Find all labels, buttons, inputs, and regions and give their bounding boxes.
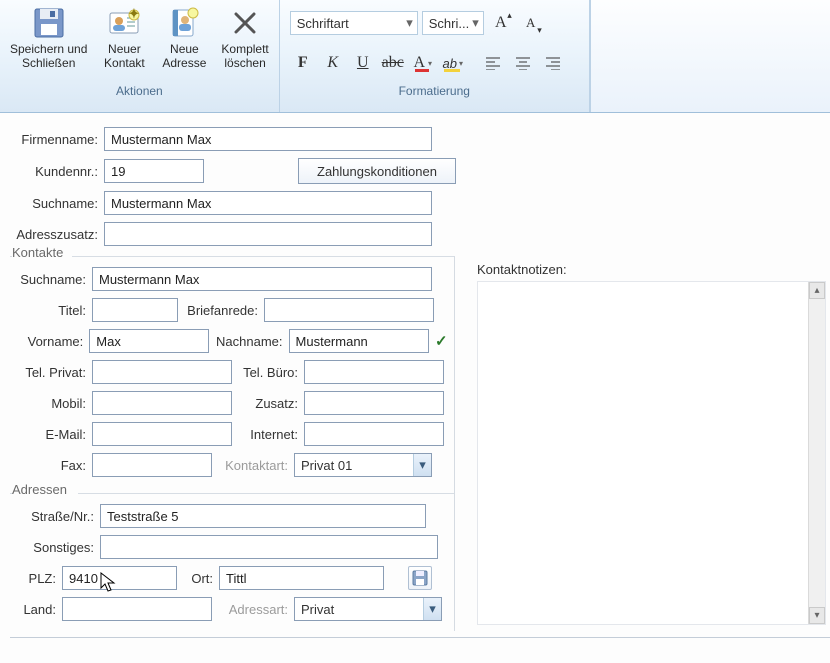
telprivat-input[interactable] — [92, 360, 232, 384]
new-contact-button[interactable]: ✦ Neuer Kontakt — [95, 4, 153, 82]
address-book-icon — [167, 6, 201, 40]
zusatz-input[interactable] — [304, 391, 444, 415]
plz-label: PLZ: — [16, 571, 56, 586]
kontakt-suchname-label: Suchname: — [16, 272, 86, 287]
validated-icon: ✓ — [435, 332, 448, 350]
mobil-label: Mobil: — [16, 396, 86, 411]
kundennr-label: Kundennr.: — [16, 164, 98, 179]
kontaktnotizen-editor[interactable]: ▴ ▾ — [477, 281, 826, 625]
kontakte-section-title: Kontakte — [12, 245, 72, 260]
briefanrede-input[interactable] — [264, 298, 434, 322]
telbuero-input[interactable] — [304, 360, 444, 384]
plz-input[interactable] — [62, 566, 177, 590]
scroll-down-button[interactable]: ▾ — [809, 607, 825, 624]
delete-all-label: Komplett löschen — [221, 42, 268, 70]
vorname-label: Vorname: — [16, 334, 83, 349]
kontakt-suchname-input[interactable] — [92, 267, 432, 291]
adressen-section-title: Adressen — [12, 482, 78, 497]
notes-scrollbar[interactable]: ▴ ▾ — [808, 282, 825, 624]
font-family-placeholder: Schriftart — [297, 16, 349, 31]
status-bar — [10, 637, 830, 653]
email-input[interactable] — [92, 422, 232, 446]
save-close-label: Speichern und Schließen — [10, 42, 87, 70]
ort-label: Ort: — [183, 571, 213, 586]
telprivat-label: Tel. Privat: — [16, 365, 86, 380]
sonstiges-label: Sonstiges: — [16, 540, 94, 555]
chevron-down-icon: ▾ — [406, 15, 413, 31]
disk-icon — [412, 570, 428, 586]
new-contact-label: Neuer Kontakt — [104, 42, 145, 70]
chevron-down-icon: ▾ — [472, 15, 479, 31]
new-address-button[interactable]: Neue Adresse — [155, 4, 213, 82]
firmenname-input[interactable] — [104, 127, 432, 151]
nachname-input[interactable] — [289, 329, 429, 353]
titel-label: Titel: — [16, 303, 86, 318]
strikethrough-button[interactable]: abc — [380, 50, 406, 76]
bold-button[interactable]: F — [290, 50, 316, 76]
underline-button[interactable]: U — [350, 50, 376, 76]
grow-font-button[interactable]: A▴ — [488, 10, 514, 36]
strasse-label: Straße/Nr.: — [16, 509, 94, 524]
shrink-font-button[interactable]: A▾ — [518, 10, 544, 36]
firmenname-label: Firmenname: — [16, 132, 98, 147]
email-label: E-Mail: — [16, 427, 86, 442]
ort-input[interactable] — [219, 566, 384, 590]
strasse-input[interactable] — [100, 504, 426, 528]
suchname-input[interactable] — [104, 191, 432, 215]
svg-text:✦: ✦ — [129, 6, 140, 21]
scroll-up-button[interactable]: ▴ — [809, 282, 825, 299]
suchname-label: Suchname: — [16, 196, 98, 211]
save-icon — [32, 6, 66, 40]
internet-label: Internet: — [238, 427, 298, 442]
internet-input[interactable] — [304, 422, 444, 446]
land-label: Land: — [16, 602, 56, 617]
kontaktnotizen-label: Kontaktnotizen: — [477, 262, 826, 277]
font-size-combo[interactable]: Schri... ▾ — [422, 11, 484, 35]
save-address-button[interactable] — [408, 566, 432, 590]
contact-card-icon: ✦ — [107, 6, 141, 40]
vorname-input[interactable] — [89, 329, 209, 353]
font-size-placeholder: Schri... — [429, 16, 469, 31]
kontaktart-select[interactable]: Privat 01 ▾ — [294, 453, 432, 477]
kontaktart-value: Privat 01 — [295, 458, 352, 473]
italic-button[interactable]: K — [320, 50, 346, 76]
kontaktart-label: Kontaktart: — [218, 458, 288, 473]
font-color-button[interactable]: A▾ — [410, 50, 436, 76]
chevron-down-icon: ▾ — [413, 454, 431, 476]
highlight-button[interactable]: ab▾ — [440, 50, 466, 76]
align-right-button[interactable] — [540, 50, 566, 76]
adresszusatz-input[interactable] — [104, 222, 432, 246]
sonstiges-input[interactable] — [100, 535, 438, 559]
zahlungskonditionen-button[interactable]: Zahlungskonditionen — [298, 158, 456, 184]
delete-icon — [228, 6, 262, 40]
new-address-label: Neue Adresse — [162, 42, 206, 70]
group-formatierung-label: Formatierung — [284, 82, 585, 102]
chevron-down-icon: ▾ — [423, 598, 441, 620]
adressart-value: Privat — [295, 602, 334, 617]
briefanrede-label: Briefanrede: — [184, 303, 258, 318]
fax-input[interactable] — [92, 453, 212, 477]
mobil-input[interactable] — [92, 391, 232, 415]
adresszusatz-label: Adresszusatz: — [16, 227, 98, 242]
kundennr-input[interactable] — [104, 159, 204, 183]
telbuero-label: Tel. Büro: — [238, 365, 298, 380]
zusatz-label: Zusatz: — [238, 396, 298, 411]
align-left-button[interactable] — [480, 50, 506, 76]
land-input[interactable] — [62, 597, 212, 621]
nachname-label: Nachname: — [215, 334, 282, 349]
delete-all-button[interactable]: Komplett löschen — [215, 4, 274, 82]
font-family-combo[interactable]: Schriftart ▾ — [290, 11, 418, 35]
fax-label: Fax: — [16, 458, 86, 473]
adressart-select[interactable]: Privat ▾ — [294, 597, 442, 621]
align-center-button[interactable] — [510, 50, 536, 76]
save-close-button[interactable]: Speichern und Schließen — [4, 4, 93, 82]
titel-input[interactable] — [92, 298, 178, 322]
adressart-label: Adressart: — [218, 602, 288, 617]
group-aktionen-label: Aktionen — [4, 82, 275, 102]
